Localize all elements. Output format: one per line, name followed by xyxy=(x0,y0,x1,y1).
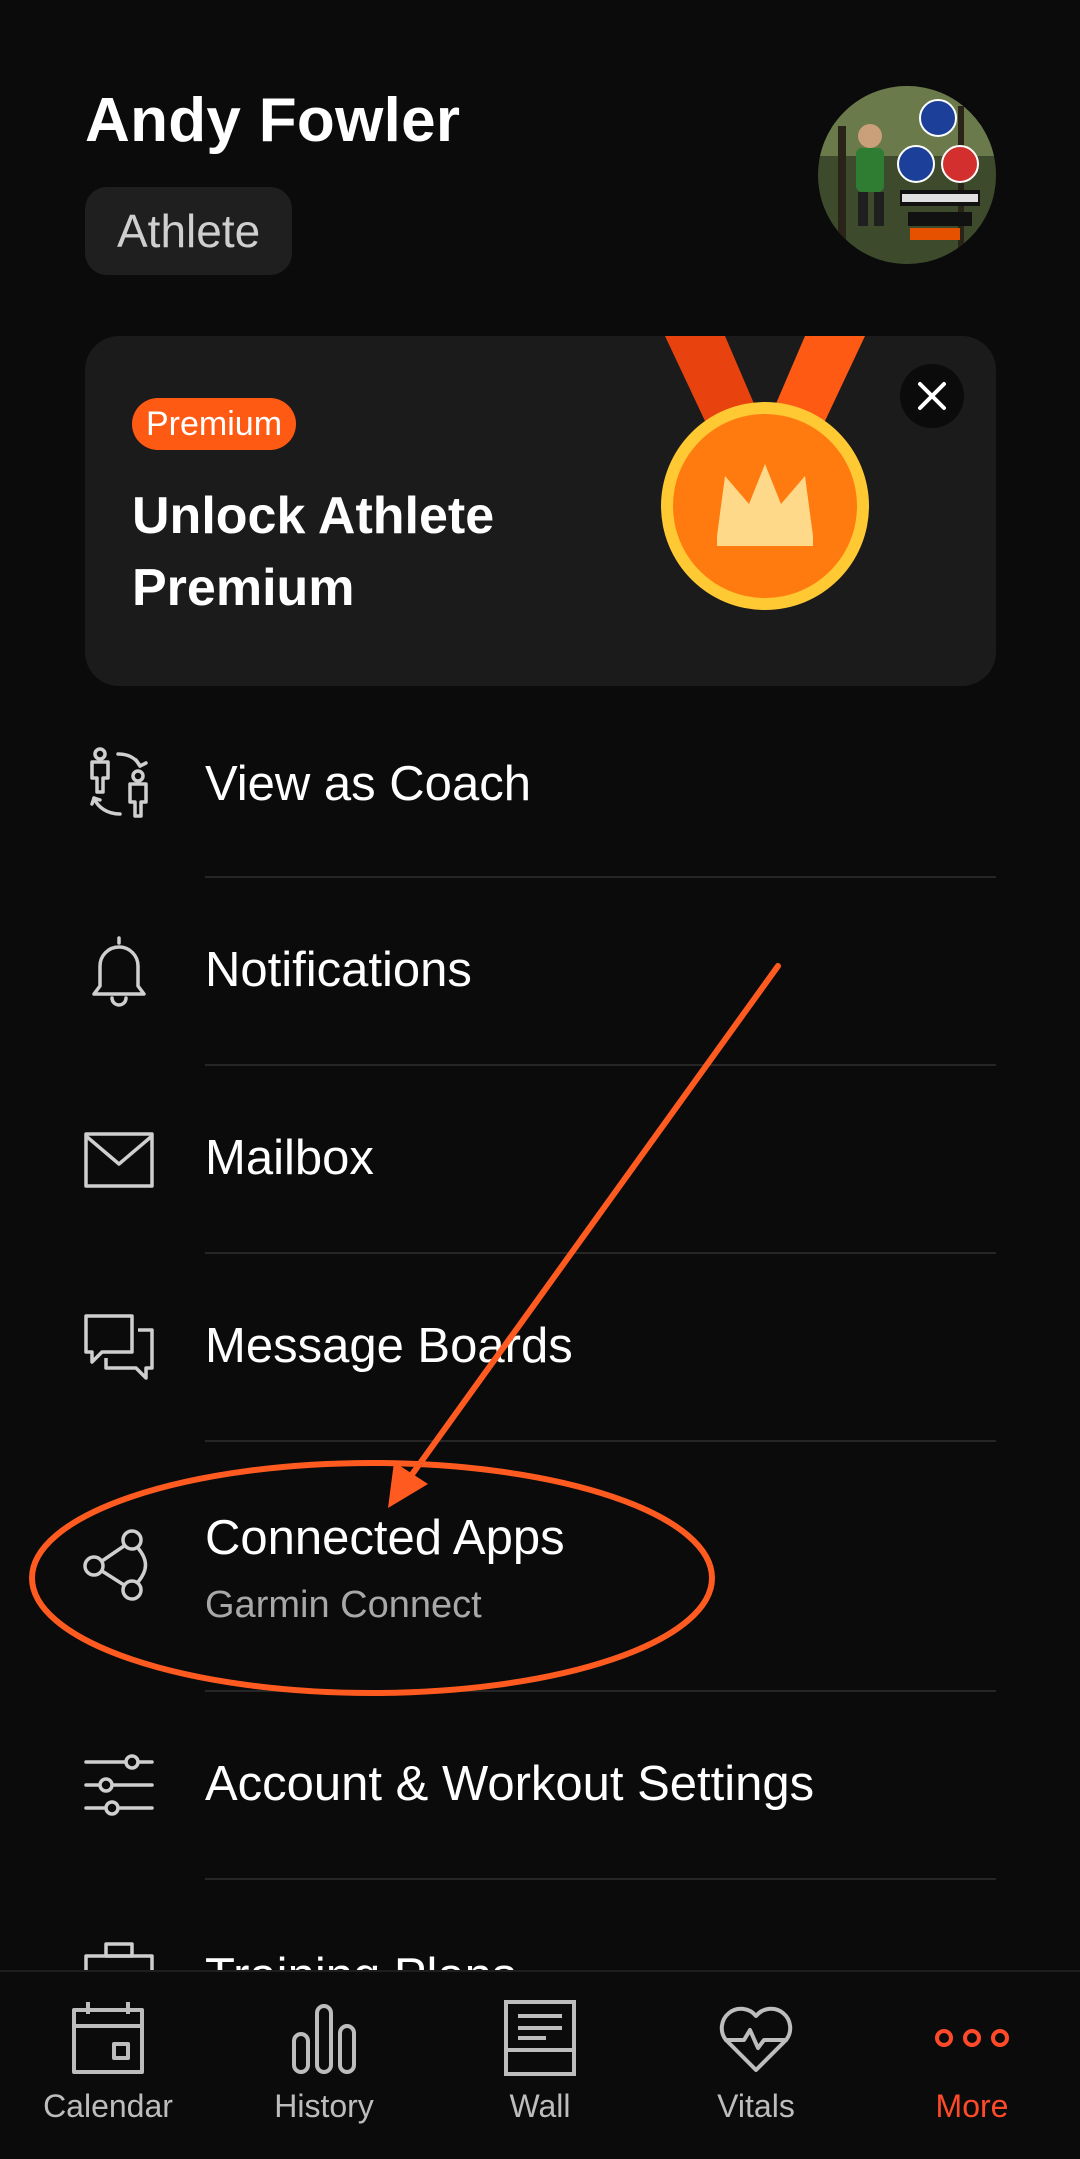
avatar-photo xyxy=(818,86,996,264)
nav-label: Wall xyxy=(509,2088,571,2124)
nav-label: Calendar xyxy=(43,2088,173,2124)
menu-item-connected-apps[interactable]: Connected Apps Garmin Connect xyxy=(0,1442,1080,1690)
nav-label: History xyxy=(274,2088,374,2124)
menu-item-label: Mailbox xyxy=(205,1131,374,1185)
nav-wall[interactable]: Wall xyxy=(450,1998,630,2148)
premium-badge: Premium xyxy=(132,398,297,450)
mail-icon xyxy=(84,1132,154,1188)
menu-item-label: Connected Apps xyxy=(205,1511,565,1565)
nav-history[interactable]: History xyxy=(234,1998,414,2148)
chat-bubbles-icon xyxy=(84,1314,154,1380)
nav-more[interactable]: More xyxy=(882,1998,1062,2148)
premium-upsell-card[interactable]: Premium Unlock Athlete Premium xyxy=(85,336,996,686)
sliders-icon xyxy=(84,1754,154,1816)
bell-icon xyxy=(92,936,146,1007)
close-button[interactable] xyxy=(900,364,964,428)
more-dots-icon xyxy=(935,2029,1009,2047)
nav-vitals[interactable]: Vitals xyxy=(666,1998,846,2148)
menu-item-label: Training Plans xyxy=(205,1948,516,1970)
menu-item-mailbox[interactable]: Mailbox xyxy=(0,1066,1080,1252)
menu-item-sublabel: Garmin Connect xyxy=(205,1584,482,1626)
menu-item-label: Notifications xyxy=(205,943,472,997)
menu-item-label: Message Boards xyxy=(205,1319,573,1373)
connected-nodes-icon xyxy=(83,1529,148,1601)
nav-label: More xyxy=(935,2088,1009,2124)
profile-name: Andy Fowler xyxy=(85,86,461,155)
menu-item-notifications[interactable]: Notifications xyxy=(0,878,1080,1064)
nav-calendar[interactable]: Calendar xyxy=(18,1998,198,2148)
menu-item-view-as-coach[interactable]: View as Coach xyxy=(0,730,1080,878)
menu-item-label: Account & Workout Settings xyxy=(205,1757,815,1811)
menu-item-account-settings[interactable]: Account & Workout Settings xyxy=(0,1692,1080,1878)
coach-switch-icon xyxy=(90,747,148,818)
close-icon xyxy=(918,382,946,410)
profile-header: Andy Fowler xyxy=(85,84,460,158)
bar-chart-icon xyxy=(292,2004,356,2074)
premium-title: Unlock Athlete Premium xyxy=(132,487,495,617)
bottom-nav: Calendar History Wall Vitals More xyxy=(0,1970,1080,2159)
heart-pulse-icon xyxy=(719,2006,793,2072)
calendar-icon xyxy=(72,2002,144,2074)
briefcase-icon xyxy=(84,1942,154,1970)
medal-crown-icon xyxy=(661,336,869,610)
menu-item-training-plans[interactable]: Training Plans xyxy=(0,1880,1080,1970)
wall-icon xyxy=(504,2000,576,2076)
nav-label: Vitals xyxy=(717,2088,795,2124)
role-badge[interactable]: Athlete xyxy=(85,187,293,275)
menu-item-message-boards[interactable]: Message Boards xyxy=(0,1254,1080,1440)
menu-item-label: View as Coach xyxy=(205,757,531,811)
avatar[interactable] xyxy=(818,86,996,264)
